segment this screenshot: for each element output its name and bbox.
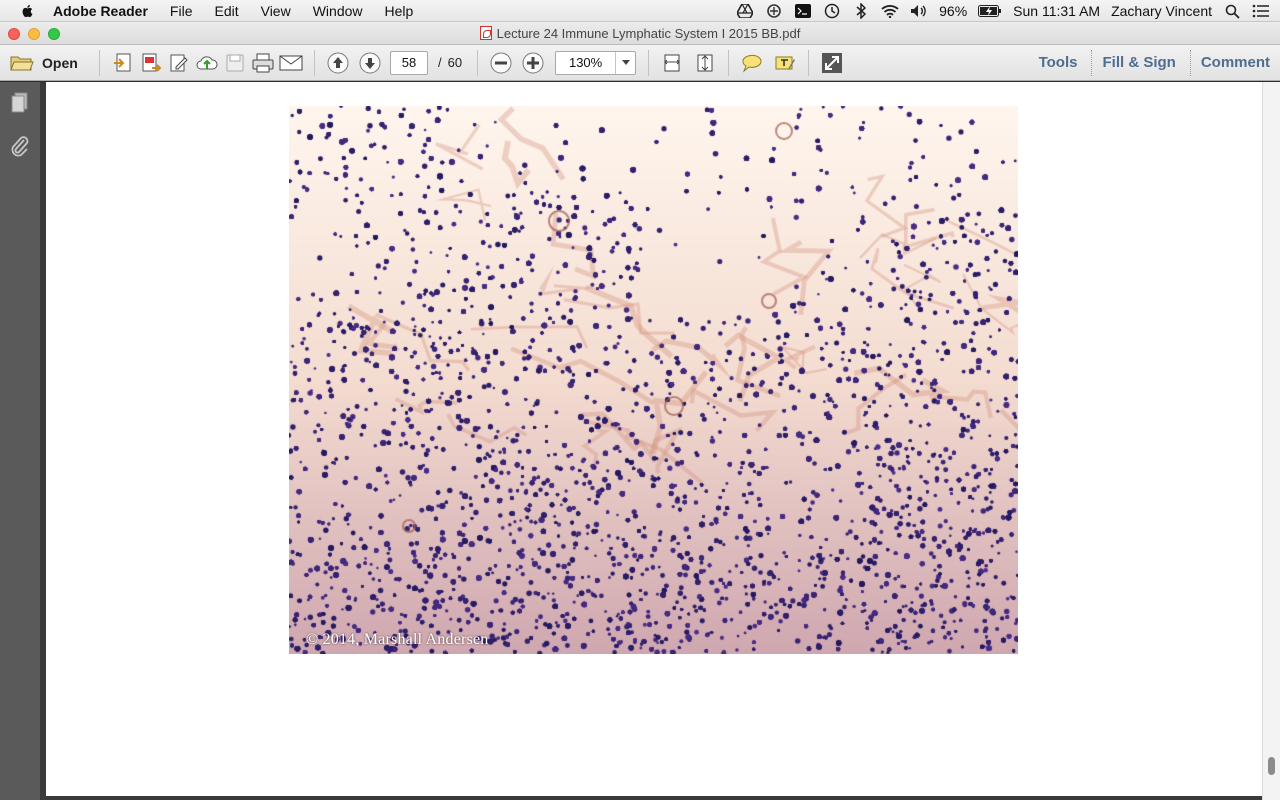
menu-clock[interactable]: Sun 11:31 AM [1013, 3, 1100, 19]
spotlight-search-icon[interactable] [1223, 3, 1241, 19]
window-close-button[interactable] [8, 28, 20, 40]
email-button[interactable] [277, 50, 305, 76]
zoom-select[interactable]: 130% [555, 50, 637, 75]
bluetooth-icon[interactable] [852, 3, 870, 19]
envelope-icon [279, 55, 303, 70]
google-drive-icon[interactable] [736, 3, 754, 19]
zoom-out-button[interactable] [487, 50, 515, 76]
pdf-page: © 2014, Marshall Andersen [46, 82, 1262, 796]
toolbar-separator [808, 49, 810, 76]
image-copyright: © 2014, Marshall Andersen [306, 631, 489, 648]
menu-app-name[interactable]: Adobe Reader [52, 3, 149, 19]
menu-edit[interactable]: Edit [213, 3, 239, 19]
battery-percent[interactable]: 96% [939, 3, 967, 19]
upload-button[interactable] [193, 50, 221, 76]
pdf-file-icon [479, 26, 492, 40]
print-icon [252, 53, 274, 72]
navigation-pane [0, 82, 42, 800]
zoom-value: 130% [556, 51, 617, 74]
previous-page-button[interactable] [324, 50, 352, 76]
window-titlebar: Lecture 24 Immune Lymphatic System I 201… [0, 22, 1280, 45]
next-page-button[interactable] [356, 50, 384, 76]
menu-extras: 96% Sun 11:31 AM Zachary Vincent [736, 0, 1270, 22]
comment-link[interactable]: Comment [1189, 50, 1280, 76]
expand-icon [822, 52, 843, 73]
fill-sign-link[interactable]: Fill & Sign [1091, 50, 1185, 76]
toolbar: Open 58 / 60 130% Tools Fill & Sign Comm… [0, 45, 1280, 81]
fit-page-icon [697, 54, 713, 71]
page-number-input[interactable]: 58 [390, 50, 428, 75]
fit-width-button[interactable] [658, 50, 686, 76]
notification-center-icon[interactable] [1252, 3, 1270, 19]
menu-user[interactable]: Zachary Vincent [1111, 3, 1212, 19]
toolbar-separator [99, 49, 100, 76]
sticky-note-button[interactable] [738, 50, 766, 76]
full-screen-button[interactable] [818, 50, 846, 76]
minus-circle-icon [490, 52, 512, 73]
folder-icon [10, 56, 34, 70]
menu-view[interactable]: View [260, 3, 292, 19]
wifi-icon[interactable] [881, 3, 899, 19]
print-button[interactable] [249, 50, 277, 76]
sync-icon[interactable] [765, 3, 783, 19]
toolbar-separator [648, 49, 650, 76]
zoom-dropdown-button[interactable] [616, 52, 635, 74]
document-view[interactable]: © 2014, Marshall Andersen [42, 82, 1280, 800]
tools-link[interactable]: Tools [1029, 50, 1088, 76]
arrow-down-icon [359, 52, 381, 73]
cloud-upload-icon [196, 55, 218, 69]
battery-icon[interactable] [978, 3, 1002, 19]
menu-window[interactable]: Window [312, 3, 364, 19]
volume-icon[interactable] [910, 3, 928, 19]
menu-help[interactable]: Help [384, 3, 415, 19]
highlighter-icon [775, 56, 796, 70]
toolbar-separator [728, 49, 730, 76]
open-button[interactable]: Open [10, 54, 90, 72]
zoom-in-button[interactable] [519, 50, 547, 76]
toolbar-right-links: Tools Fill & Sign Comment [1029, 45, 1280, 81]
apple-icon[interactable] [18, 3, 38, 19]
create-pdf-button[interactable] [109, 50, 137, 76]
chevron-down-icon [621, 60, 630, 65]
create-pdf-icon [114, 53, 131, 71]
time-machine-icon[interactable] [823, 3, 841, 19]
open-label: Open [42, 54, 78, 71]
toolbar-separator [477, 49, 479, 76]
window-minimize-button[interactable] [28, 28, 40, 40]
edit-pdf-icon [170, 54, 188, 71]
fit-page-button[interactable] [691, 50, 719, 76]
save-button[interactable] [221, 50, 249, 76]
menu-file[interactable]: File [169, 3, 194, 19]
window-zoom-button[interactable] [48, 28, 60, 40]
vertical-scrollbar[interactable] [1262, 82, 1280, 800]
menu-bar: Adobe Reader File Edit View Window Help … [0, 0, 1280, 22]
page-thumbnails-icon[interactable] [9, 91, 31, 115]
lymph-node-micrograph: © 2014, Marshall Andersen [289, 106, 1018, 654]
highlight-button[interactable] [771, 50, 799, 76]
export-pdf-icon [142, 53, 162, 72]
attachments-icon[interactable] [9, 134, 31, 158]
page-separator: / [438, 55, 442, 70]
speech-bubble-icon [742, 54, 762, 73]
arrow-up-icon [327, 52, 349, 73]
scrollbar-thumb[interactable] [1268, 757, 1275, 775]
export-pdf-button[interactable] [137, 50, 165, 76]
toolbar-separator [314, 49, 315, 76]
save-icon [226, 54, 244, 71]
terminal-icon[interactable] [794, 3, 812, 19]
fit-width-icon [664, 54, 680, 71]
plus-circle-icon [522, 52, 544, 73]
edit-pdf-button[interactable] [165, 50, 193, 76]
window-title: Lecture 24 Immune Lymphatic System I 201… [496, 25, 801, 41]
page-total: 60 [447, 55, 463, 70]
micrograph-image [289, 106, 1018, 654]
